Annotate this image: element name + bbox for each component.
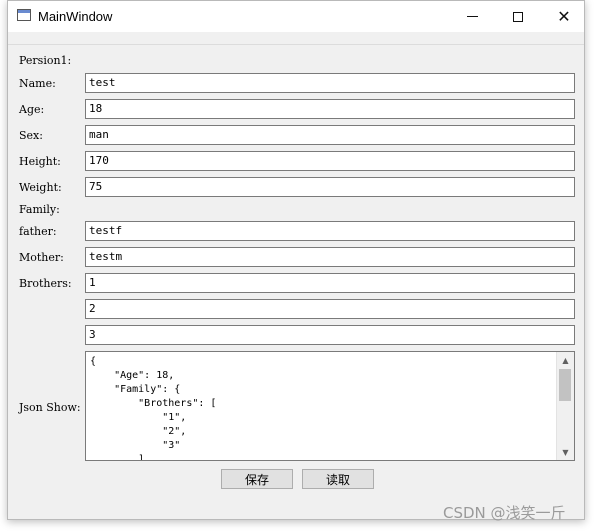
- mother-label: Mother:: [19, 251, 64, 264]
- close-icon: ✕: [557, 6, 571, 26]
- brother-input-3[interactable]: 3: [85, 325, 575, 345]
- name-input[interactable]: test: [85, 73, 575, 93]
- json-content: { "Age": 18, "Family": { "Brothers": [ "…: [90, 355, 555, 461]
- scrollbar-thumb[interactable]: [559, 369, 571, 401]
- weight-label: Weight:: [19, 181, 62, 194]
- json-line: "3": [90, 440, 181, 451]
- name-label: Name:: [19, 77, 56, 90]
- minimize-icon: [466, 16, 478, 17]
- save-button[interactable]: 保存: [221, 469, 293, 489]
- scroll-down-arrow-icon[interactable]: ▼: [557, 444, 574, 460]
- app-window-icon: [17, 9, 31, 21]
- main-window: MainWindow ✕ Persion1: Name: test Age: 1…: [7, 0, 585, 520]
- father-input[interactable]: testf: [85, 221, 575, 241]
- json-scrollbar[interactable]: ▲ ▼: [556, 352, 574, 460]
- json-textarea[interactable]: { "Age": 18, "Family": { "Brothers": [ "…: [85, 351, 575, 461]
- json-line: ]: [90, 454, 145, 461]
- brothers-label: Brothers:: [19, 277, 72, 290]
- window-title: MainWindow: [38, 9, 113, 24]
- json-line: "Brothers": [: [90, 398, 217, 409]
- age-label: Age:: [19, 103, 45, 116]
- minimize-button[interactable]: [449, 1, 495, 32]
- sex-input[interactable]: man: [85, 125, 575, 145]
- read-button[interactable]: 读取: [302, 469, 374, 489]
- brother-input-1[interactable]: 1: [85, 273, 575, 293]
- brother-input-2[interactable]: 2: [85, 299, 575, 319]
- age-input[interactable]: 18: [85, 99, 575, 119]
- json-show-label: Json Show:: [19, 401, 81, 414]
- maximize-icon: [513, 11, 523, 22]
- watermark: CSDN @浅笑一斤: [443, 504, 566, 522]
- scroll-up-arrow-icon[interactable]: ▲: [557, 352, 574, 368]
- maximize-button[interactable]: [495, 1, 541, 32]
- height-input[interactable]: 170: [85, 151, 575, 171]
- json-line: "Age": 18,: [90, 370, 175, 381]
- sex-label: Sex:: [19, 129, 43, 142]
- family-label: Family:: [19, 203, 60, 216]
- weight-input[interactable]: 75: [85, 177, 575, 197]
- father-label: father:: [19, 225, 57, 238]
- json-line: "Family": {: [90, 384, 181, 395]
- height-label: Height:: [19, 155, 61, 168]
- title-bar: MainWindow ✕: [8, 1, 584, 33]
- json-line: {: [90, 356, 97, 367]
- mother-input[interactable]: testm: [85, 247, 575, 267]
- json-line: "1",: [90, 412, 187, 423]
- section-label: Persion1:: [19, 54, 72, 67]
- json-line: "2",: [90, 426, 187, 437]
- close-button[interactable]: ✕: [541, 1, 587, 32]
- menu-bar: [8, 32, 584, 45]
